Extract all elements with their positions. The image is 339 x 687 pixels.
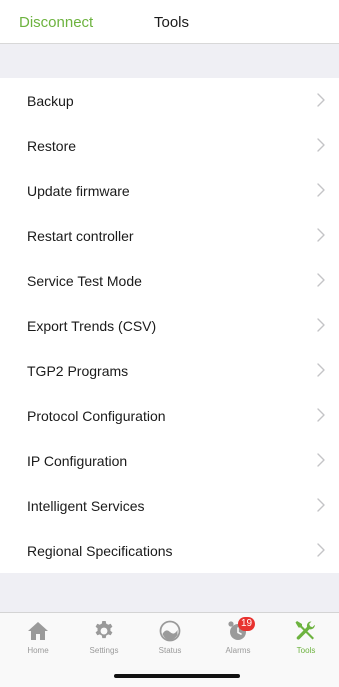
- tools-menu-list: Backup Restore Update firmware Restart c…: [0, 78, 339, 573]
- tab-status[interactable]: Status: [140, 619, 200, 667]
- section-spacer-bottom: [0, 573, 339, 612]
- menu-item-label: Restore: [27, 138, 77, 154]
- tab-label: Settings: [89, 646, 119, 655]
- gear-icon: [95, 621, 113, 639]
- menu-item-backup[interactable]: Backup: [0, 78, 339, 123]
- chevron-right-icon: [317, 363, 325, 377]
- tab-label: Status: [158, 646, 182, 655]
- tab-label: Tools: [296, 646, 316, 655]
- menu-item-label: Restart controller: [27, 228, 134, 244]
- tools-icon: [295, 621, 315, 640]
- menu-item-label: IP Configuration: [27, 453, 128, 469]
- tab-tools[interactable]: Tools: [276, 619, 336, 667]
- menu-item-update-firmware[interactable]: Update firmware: [0, 168, 339, 213]
- section-spacer-top: [0, 44, 339, 78]
- tab-label: Alarms: [225, 646, 251, 655]
- menu-item-label: Intelligent Services: [27, 498, 145, 514]
- menu-item-label: Service Test Mode: [27, 273, 142, 289]
- chevron-right-icon: [317, 138, 325, 152]
- chevron-right-icon: [317, 318, 325, 332]
- page-title: Tools: [154, 14, 190, 31]
- chevron-right-icon: [317, 228, 325, 242]
- tab-settings[interactable]: Settings: [74, 619, 134, 667]
- chevron-right-icon: [317, 183, 325, 197]
- home-indicator: [114, 674, 240, 678]
- menu-item-export-trends[interactable]: Export Trends (CSV): [0, 303, 339, 348]
- chevron-right-icon: [317, 543, 325, 557]
- tab-home[interactable]: Home: [8, 619, 68, 667]
- navigation-bar: Disconnect Tools: [0, 0, 339, 44]
- chevron-right-icon: [317, 273, 325, 287]
- menu-item-restart-controller[interactable]: Restart controller: [0, 213, 339, 258]
- menu-item-label: Update firmware: [27, 183, 130, 199]
- menu-item-intelligent-services[interactable]: Intelligent Services: [0, 483, 339, 528]
- menu-item-ip-configuration[interactable]: IP Configuration: [0, 438, 339, 483]
- chevron-right-icon: [317, 453, 325, 467]
- chevron-right-icon: [317, 498, 325, 512]
- menu-item-service-test-mode[interactable]: Service Test Mode: [0, 258, 339, 303]
- menu-item-protocol-configuration[interactable]: Protocol Configuration: [0, 393, 339, 438]
- menu-item-label: Regional Specifications: [27, 543, 173, 559]
- chevron-right-icon: [317, 408, 325, 422]
- tab-alarms[interactable]: 19 Alarms: [208, 617, 268, 667]
- menu-item-label: Export Trends (CSV): [27, 318, 157, 334]
- disconnect-button[interactable]: Disconnect: [19, 14, 93, 32]
- alarm-count-badge: 19: [238, 617, 256, 631]
- gauge-icon: [159, 620, 181, 642]
- tab-label: Home: [27, 646, 49, 655]
- home-icon: [28, 622, 48, 640]
- chevron-right-icon: [317, 93, 325, 107]
- menu-item-restore[interactable]: Restore: [0, 123, 339, 168]
- menu-item-label: Protocol Configuration: [27, 408, 166, 424]
- menu-item-tgp2-programs[interactable]: TGP2 Programs: [0, 348, 339, 393]
- menu-item-label: Backup: [27, 93, 74, 109]
- menu-item-regional-specifications[interactable]: Regional Specifications: [0, 528, 339, 573]
- menu-item-label: TGP2 Programs: [27, 363, 129, 379]
